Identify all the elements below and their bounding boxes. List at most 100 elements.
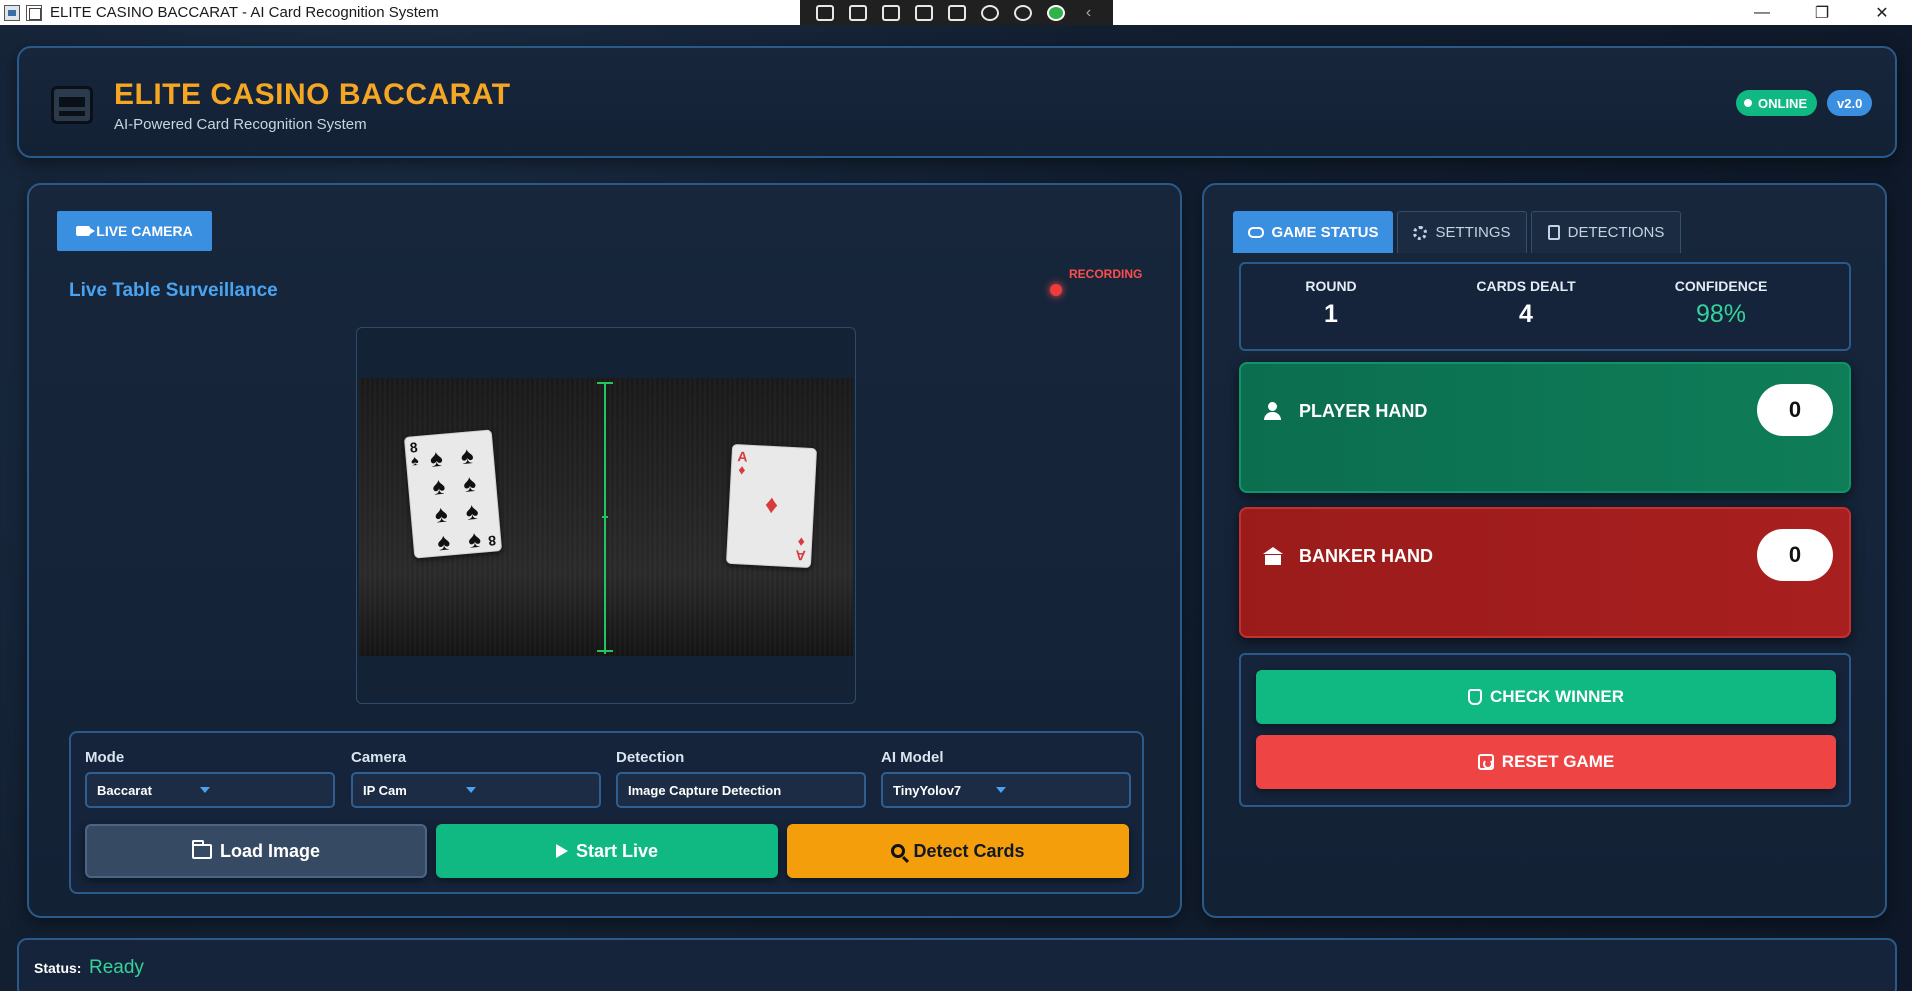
chevron-down-icon — [996, 787, 1006, 793]
search-icon — [891, 844, 906, 858]
region-capture-icon[interactable] — [947, 4, 966, 21]
mode-group: Mode Baccarat — [85, 749, 335, 808]
stat-confidence: CONFIDENCE 98% — [1631, 278, 1811, 329]
window-capture-icon[interactable] — [914, 4, 933, 21]
round-label: ROUND — [1305, 278, 1357, 294]
camera-panel: LIVE CAMERA Live Table Surveillance RECO… — [27, 183, 1182, 918]
check-winner-button[interactable]: CHECK WINNER — [1256, 670, 1836, 724]
game-stats: ROUND 1 CARDS DEALT 4 CONFIDENCE 98% — [1239, 262, 1851, 351]
card-suit: ♠ — [410, 451, 420, 469]
app-title: ELITE CASINO BACCARAT — [114, 78, 511, 111]
stat-cards-dealt: CARDS DEALT 4 — [1436, 278, 1616, 329]
video-camera-icon — [76, 226, 96, 236]
check-winner-label: CHECK WINNER — [1489, 687, 1625, 706]
mode-select[interactable]: Baccarat — [85, 772, 335, 808]
ai-model-value: TinyYolov7 — [893, 782, 962, 798]
banker-hand-card: BANKER HAND 0 — [1239, 507, 1851, 638]
cards-dealt-value: 4 — [1519, 300, 1533, 328]
video-record-icon[interactable] — [848, 4, 867, 21]
detection-group: Detection Image Capture Detection — [616, 749, 866, 808]
recording-label: RECORDING — [1069, 267, 1143, 281]
gamepad-icon — [1247, 227, 1264, 238]
bank-icon — [1263, 547, 1283, 565]
window-titlebar: ELITE CASINO BACCARAT - AI Card Recognit… — [0, 0, 1912, 25]
window-title: ELITE CASINO BACCARAT - AI Card Recognit… — [50, 4, 439, 21]
card-center-suit: ♦ — [764, 488, 780, 520]
tab-live-camera[interactable]: LIVE CAMERA — [57, 211, 212, 251]
crosshair-center — [602, 516, 608, 518]
recording-dot-icon — [1050, 284, 1062, 296]
reset-game-button[interactable]: RESET GAME — [1256, 735, 1836, 789]
tab-game-status-label: GAME STATUS — [1271, 224, 1379, 241]
tab-game-status[interactable]: GAME STATUS — [1233, 211, 1393, 253]
collapse-chevron-icon[interactable]: ‹ — [1080, 4, 1098, 21]
app-header: ELITE CASINO BACCARAT AI-Powered Card Re… — [17, 46, 1897, 158]
card-pips: ♠ ♠ ♠ ♠ ♠ ♠ ♠ ♠ — [428, 442, 483, 557]
detection-select[interactable]: Image Capture Detection — [616, 772, 866, 808]
camera-group: Camera IP Cam — [351, 749, 601, 808]
status-label: Status: — [34, 960, 82, 976]
online-status-badge: ONLINE — [1736, 90, 1818, 116]
reset-icon — [1477, 754, 1494, 770]
slot-machine-logo-icon — [51, 86, 93, 124]
video-frame: 8 ♠ ♠ ♠ ♠ ♠ ♠ ♠ ♠ ♠ 8 A ♦ ♦ A ♦ — [356, 327, 856, 704]
folder-icon — [191, 839, 212, 859]
online-dot-icon — [1744, 99, 1752, 107]
tab-settings[interactable]: SETTINGS — [1397, 211, 1527, 253]
document-icon — [1547, 225, 1560, 240]
banker-hand-label: BANKER HAND — [1299, 546, 1433, 566]
app-subtitle: AI-Powered Card Recognition System — [114, 116, 367, 133]
player-score: 0 — [1757, 384, 1833, 436]
round-value: 1 — [1324, 300, 1338, 328]
restore-button[interactable]: ❐ — [1792, 0, 1852, 25]
close-button[interactable]: ✕ — [1852, 0, 1912, 25]
camera-value: IP Cam — [363, 782, 407, 798]
crosshair-line — [604, 382, 606, 654]
card-suit: ♦ — [797, 534, 806, 551]
crosshair-bottom — [597, 650, 613, 652]
ai-model-select[interactable]: TinyYolov7 — [881, 772, 1131, 808]
settings-tool-icon[interactable] — [980, 4, 999, 21]
window-app-icon — [4, 4, 20, 21]
ai-model-group: AI Model TinyYolov7 — [881, 749, 1131, 808]
online-status-text: ONLINE — [1758, 95, 1808, 111]
chevron-down-icon — [466, 787, 476, 793]
camera-feed: 8 ♠ ♠ ♠ ♠ ♠ ♠ ♠ ♠ ♠ 8 A ♦ ♦ A ♦ — [359, 378, 853, 656]
detect-cards-button[interactable]: Detect Cards — [787, 824, 1129, 878]
load-image-button[interactable]: Load Image — [85, 824, 427, 878]
detection-value: Image Capture Detection — [628, 782, 782, 798]
mode-value: Baccarat — [97, 782, 152, 798]
start-live-button[interactable]: Start Live — [436, 824, 778, 878]
window-controls: — ❐ ✕ — [1732, 0, 1912, 25]
surveillance-title: Live Table Surveillance — [69, 280, 278, 301]
chevron-down-icon — [200, 787, 210, 793]
accessibility-icon[interactable] — [1013, 4, 1032, 21]
tab-detections-label: DETECTIONS — [1567, 224, 1665, 241]
user-icon — [1263, 402, 1281, 420]
start-live-label: Start Live — [575, 840, 659, 861]
tab-live-camera-label: LIVE CAMERA — [96, 223, 193, 239]
confidence-value: 98% — [1695, 300, 1747, 328]
screenshot-tool-icon[interactable] — [815, 4, 834, 21]
reset-game-label: RESET GAME — [1501, 752, 1615, 771]
capture-toolbar: ‹ — [800, 0, 1113, 25]
confirm-check-icon[interactable] — [1046, 4, 1065, 21]
minimize-button[interactable]: — — [1732, 0, 1792, 25]
game-panel: GAME STATUS SETTINGS DETECTIONS ROUND 1 … — [1202, 183, 1887, 918]
tab-settings-label: SETTINGS — [1435, 224, 1511, 241]
camera-label: Camera — [351, 749, 407, 766]
stat-round: ROUND 1 — [1241, 278, 1421, 329]
ai-model-label: AI Model — [881, 749, 944, 766]
cursor-select-icon[interactable] — [881, 4, 900, 21]
card-suit: ♦ — [737, 461, 746, 478]
detected-card-ace-diamonds: A ♦ ♦ A ♦ — [725, 443, 818, 569]
game-actions: CHECK WINNER RESET GAME — [1239, 653, 1851, 807]
load-image-label: Load Image — [219, 840, 321, 861]
mode-label: Mode — [85, 749, 125, 766]
tab-detections[interactable]: DETECTIONS — [1531, 211, 1681, 253]
window-small-icon — [26, 4, 42, 21]
gear-icon — [1413, 225, 1428, 240]
detected-card-eight-spades: 8 ♠ ♠ ♠ ♠ ♠ ♠ ♠ ♠ ♠ 8 — [403, 429, 503, 559]
play-icon — [555, 844, 568, 858]
camera-select[interactable]: IP Cam — [351, 772, 601, 808]
